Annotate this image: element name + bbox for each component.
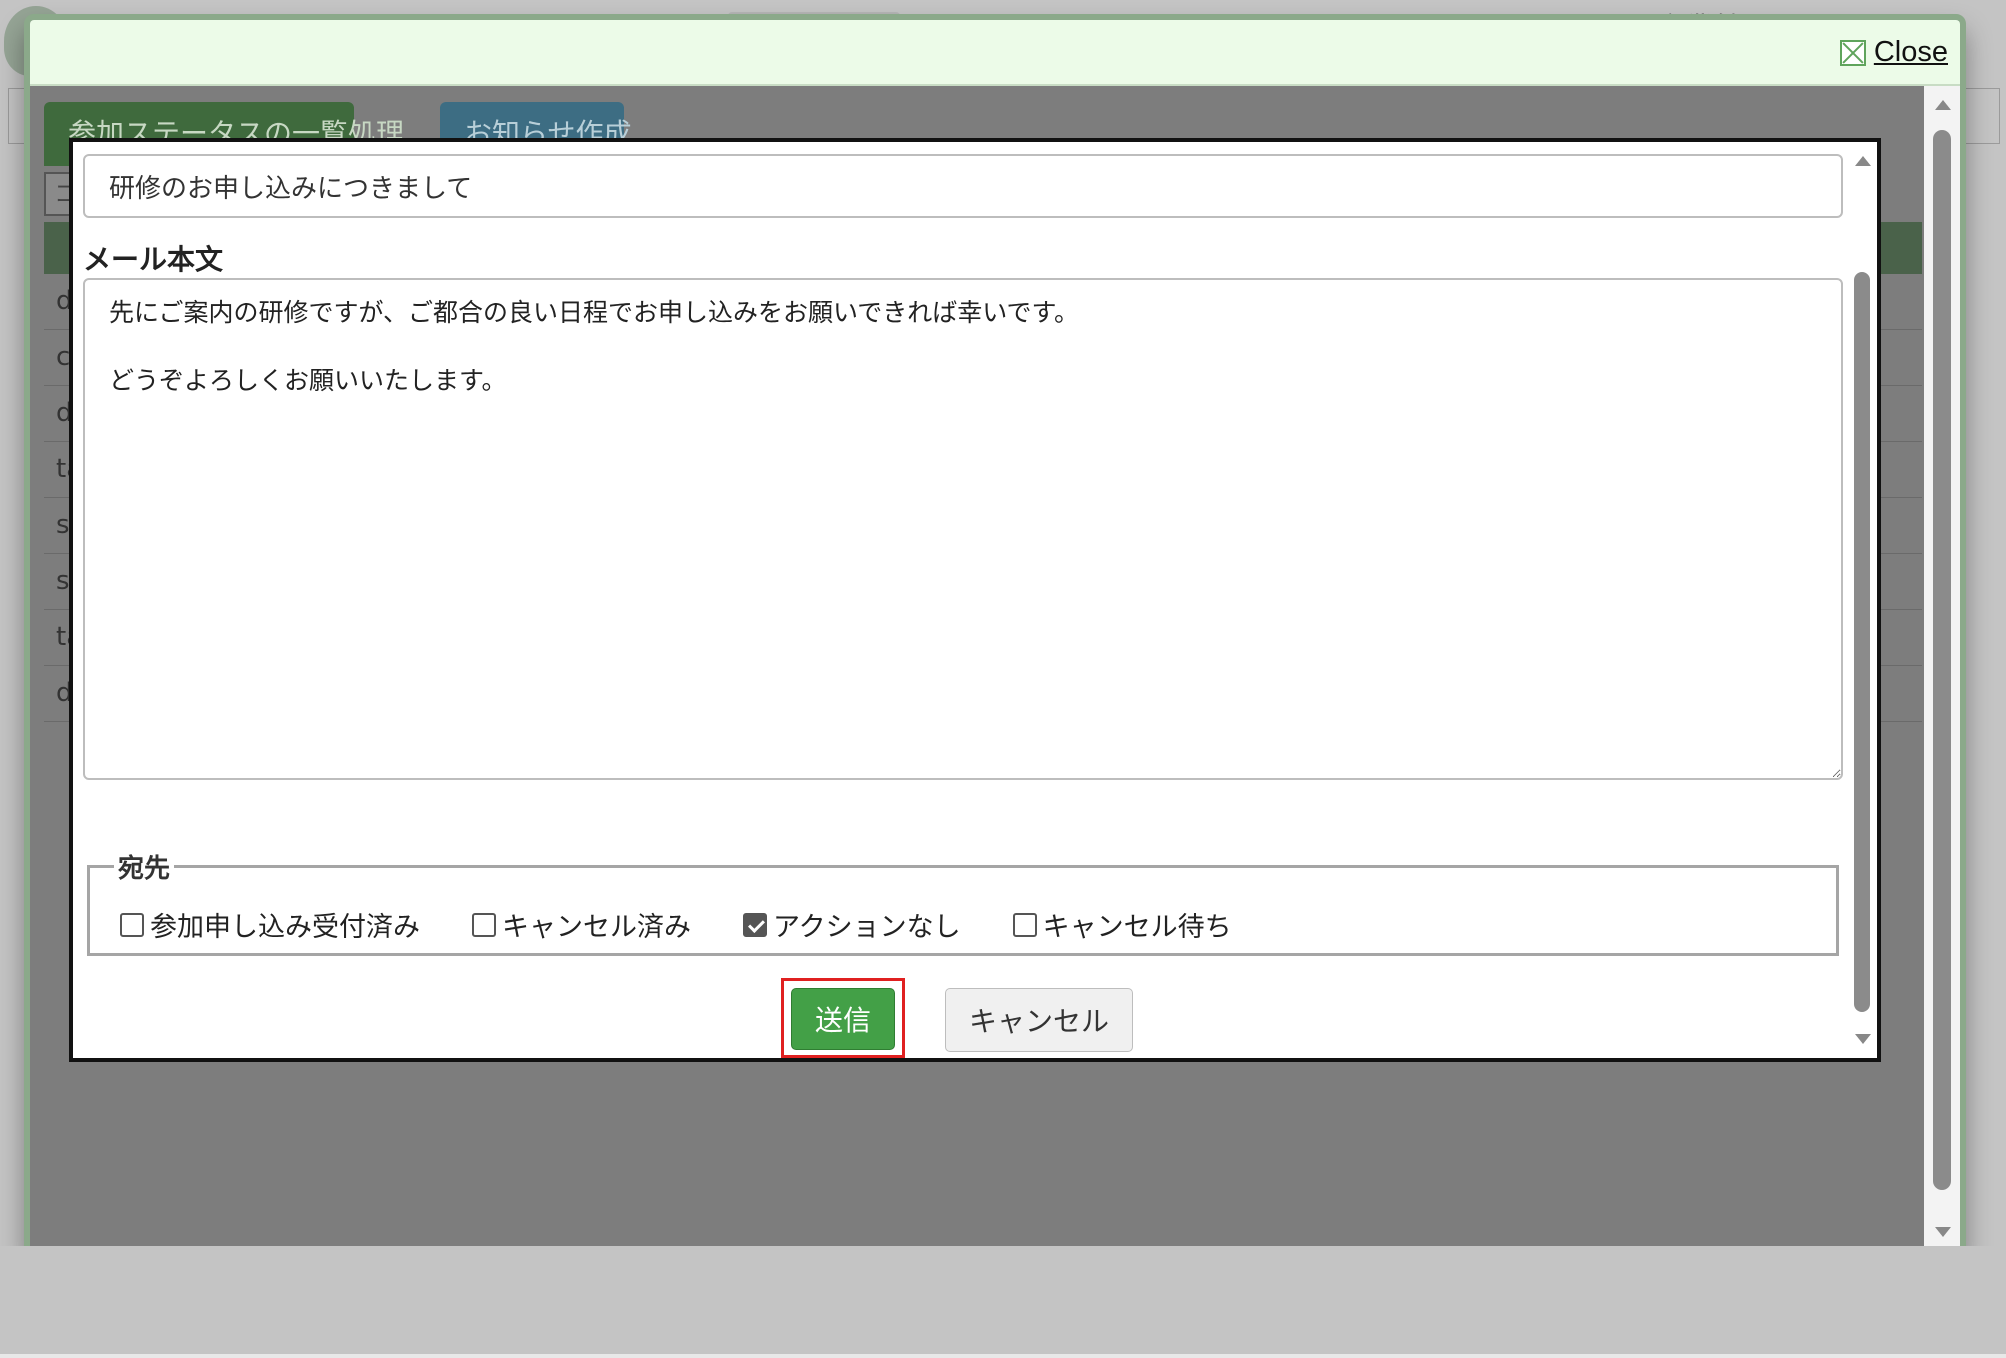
close-link[interactable]: Close xyxy=(1839,36,1948,69)
recipients-fieldset: 宛先 参加申し込み受付済み キャンセル済み アクションなし キャンセル待ち xyxy=(87,848,1839,956)
page-bottom-border xyxy=(0,1354,2006,1358)
mail-body-label: メール本文 xyxy=(83,243,224,276)
recipient-label: キャンセル待ち xyxy=(1042,912,1232,943)
cancel-button[interactable]: キャンセル xyxy=(945,988,1133,1052)
recipient-option-cancelled[interactable]: キャンセル済み xyxy=(472,905,691,944)
recipient-option-no-action[interactable]: アクションなし xyxy=(743,905,961,944)
scroll-up-arrow-icon[interactable] xyxy=(1935,100,1951,110)
checkbox-no-action[interactable] xyxy=(743,912,767,937)
send-button[interactable]: 送信 xyxy=(791,988,895,1050)
checkbox-registered[interactable] xyxy=(120,912,144,937)
background-bottom xyxy=(0,1246,2006,1358)
mail-body-textarea[interactable]: 先にご案内の研修ですが、ご都合の良い日程でお申し込みをお願いできれば幸いです。 … xyxy=(83,278,1843,780)
recipient-label: キャンセル済み xyxy=(502,912,691,943)
recipient-label: 参加申し込み受付済み xyxy=(150,912,420,943)
close-label: Close xyxy=(1873,36,1948,68)
recipient-options: 参加申し込み受付済み キャンセル済み アクションなし キャンセル待ち xyxy=(90,885,1836,944)
outer-scrollbar[interactable] xyxy=(1924,86,1960,1251)
recipient-label: アクションなし xyxy=(773,912,961,943)
modal-scrollbar[interactable] xyxy=(1847,142,1877,1058)
recipient-option-registered[interactable]: 参加申し込み受付済み xyxy=(120,905,420,944)
checkbox-cancelled[interactable] xyxy=(472,912,496,937)
scroll-down-arrow-icon[interactable] xyxy=(1935,1227,1951,1237)
scroll-down-arrow-icon[interactable] xyxy=(1855,1034,1871,1044)
checkbox-waitlist[interactable] xyxy=(1012,912,1037,937)
mail-compose-modal: メール本文 先にご案内の研修ですが、ご都合の良い日程でお申し込みをお願いできれば… xyxy=(69,138,1881,1062)
scrollbar-thumb[interactable] xyxy=(1933,130,1951,1190)
close-icon xyxy=(1839,39,1866,66)
outer-dialog-titlebar: Close xyxy=(30,20,1960,86)
recipients-legend: 宛先 xyxy=(118,854,171,884)
scrollbar-thumb[interactable] xyxy=(1854,272,1870,1012)
mail-subject-input[interactable] xyxy=(83,154,1843,218)
scroll-up-arrow-icon[interactable] xyxy=(1855,156,1871,166)
recipient-option-waitlist[interactable]: キャンセル待ち xyxy=(1012,905,1232,944)
